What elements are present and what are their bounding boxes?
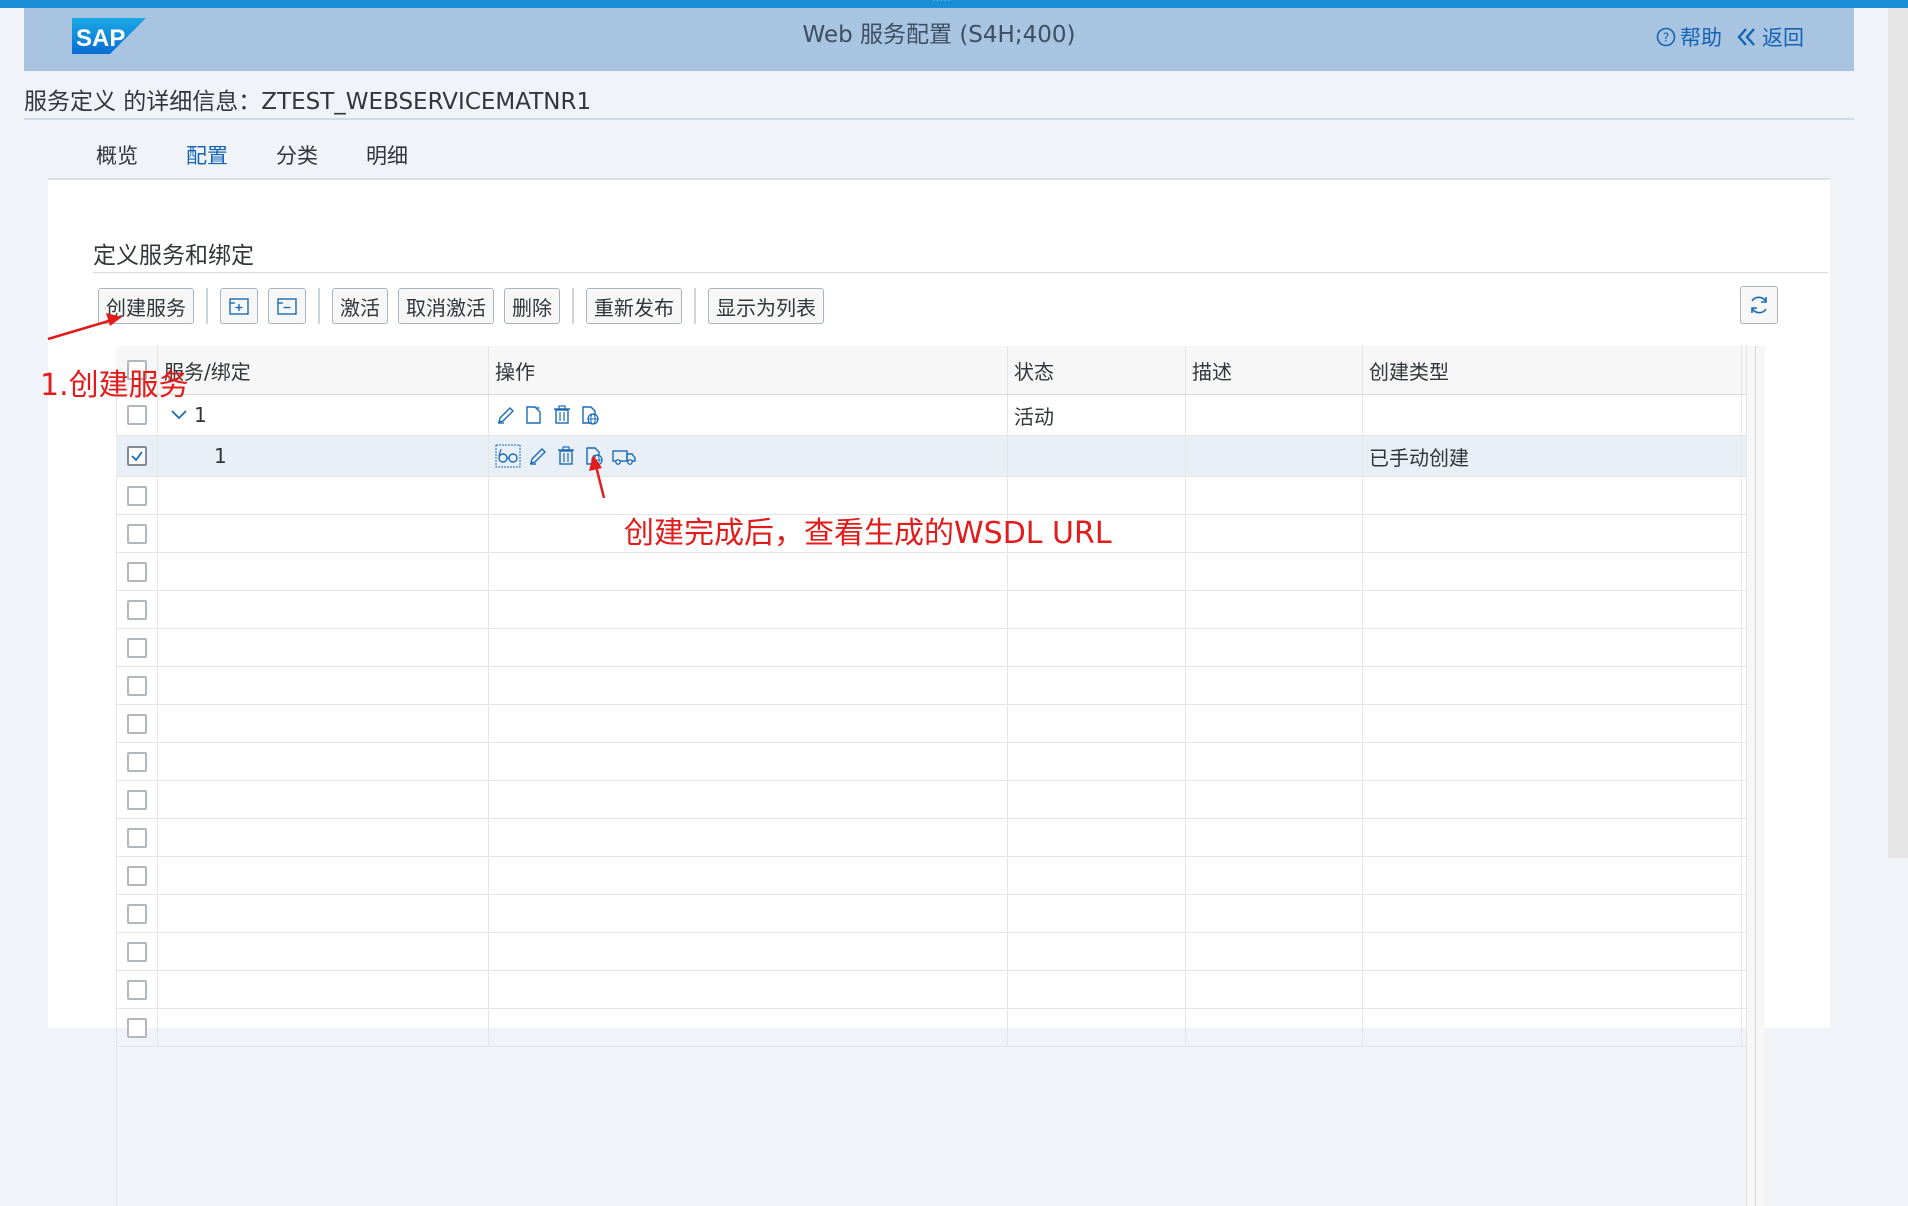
annotation-step1: 1.创建服务 [40,368,189,403]
scrollbar-thumb[interactable] [1888,8,1908,858]
arrow-head [106,313,122,326]
annotation-step2: 创建完成后，查看生成的WSDL URL [624,516,1112,551]
arrow-create-service [47,318,113,341]
arrow-head [589,455,602,471]
page-scrollbar[interactable] [1888,8,1908,1026]
arrow-wsdl [594,465,606,499]
